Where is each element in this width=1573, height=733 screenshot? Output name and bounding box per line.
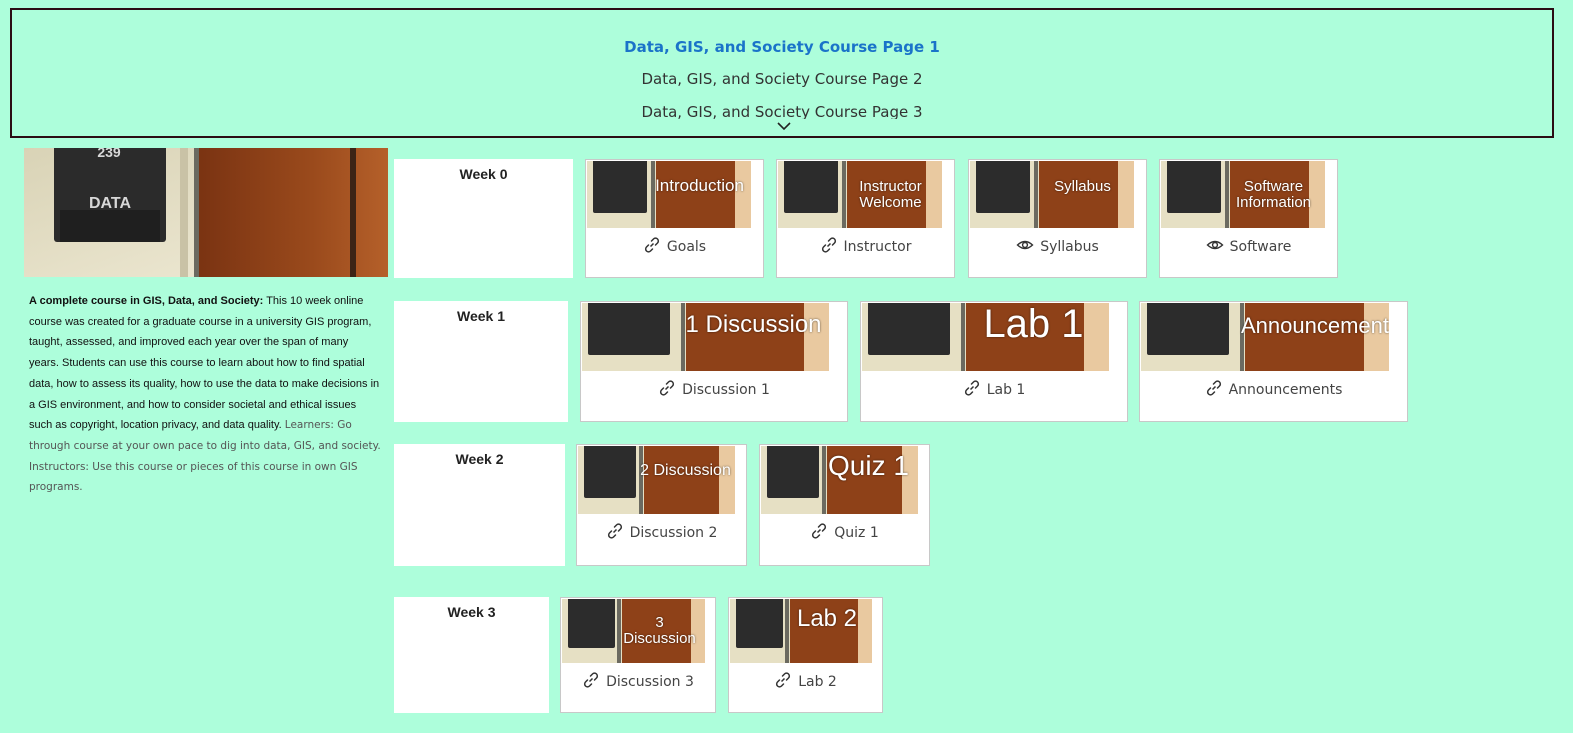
hero-room-number: 239 — [97, 148, 121, 160]
link-icon — [963, 380, 987, 398]
card-thumbnail-title: 2 Discussion — [640, 462, 731, 479]
card-caption-label: Software — [1229, 239, 1292, 255]
card-caption[interactable]: Instructor — [777, 236, 954, 255]
week-label-1: Week 1 — [394, 301, 568, 422]
card-software[interactable]: Software Information Software — [1159, 159, 1338, 278]
card-caption[interactable]: Lab 1 — [861, 379, 1127, 398]
card-caption-label: Announcements — [1228, 382, 1343, 398]
card-thumbnail[interactable]: 1 Discussion — [582, 303, 829, 371]
card-quiz-1[interactable]: Quiz 1 Quiz 1 — [759, 444, 930, 566]
course-description: A complete course in GIS, Data, and Soci… — [29, 291, 381, 498]
link-icon — [658, 380, 682, 398]
card-thumbnail[interactable]: 3 Discussion — [562, 599, 705, 663]
eye-icon — [1206, 239, 1230, 255]
card-instructor[interactable]: Instructor Welcome Instructor — [776, 159, 955, 278]
card-thumbnail-title: Quiz 1 — [828, 450, 909, 481]
card-caption-label: Instructor — [843, 239, 912, 255]
hero-sign-text: DATA — [89, 195, 132, 212]
card-caption[interactable]: Software — [1160, 236, 1337, 255]
card-caption-label: Lab 2 — [798, 674, 837, 690]
card-thumbnail-title: Lab 1 — [983, 303, 1084, 346]
card-caption-label: Discussion 1 — [682, 382, 770, 398]
hero-image: 239 DATA — [24, 148, 388, 277]
card-lab-2[interactable]: Lab 2 Lab 2 — [728, 597, 883, 713]
card-thumbnail-title: 3 Discussion — [623, 614, 696, 647]
card-discussion-1[interactable]: 1 Discussion Discussion 1 — [580, 301, 848, 422]
card-caption[interactable]: Lab 2 — [729, 671, 882, 690]
card-thumbnail[interactable]: Software Information — [1161, 161, 1325, 228]
week-label-3: Week 3 — [394, 597, 549, 713]
card-thumbnail-title: Lab 2 — [796, 605, 858, 632]
chevron-down-icon[interactable] — [776, 120, 792, 132]
card-caption[interactable]: Quiz 1 — [760, 522, 929, 541]
page-navigation: Data, GIS, and Society Course Page 1 Dat… — [10, 8, 1554, 138]
link-icon — [820, 237, 844, 255]
card-caption-label: Discussion 3 — [606, 674, 694, 690]
card-caption[interactable]: Goals — [586, 236, 763, 255]
link-icon — [774, 672, 798, 690]
description-body: This 10 week online course was created f… — [29, 295, 380, 432]
card-thumbnail-title: 1 Discussion — [685, 311, 822, 338]
card-thumbnail[interactable]: 2 Discussion — [578, 446, 735, 514]
link-icon — [643, 237, 667, 255]
card-thumbnail-title: Software Information — [1235, 178, 1312, 211]
card-caption[interactable]: Discussion 1 — [581, 379, 847, 398]
nav-link-page-1[interactable]: Data, GIS, and Society Course Page 1 — [12, 38, 1552, 56]
card-caption-label: Lab 1 — [986, 382, 1026, 398]
card-discussion-2[interactable]: 2 Discussion Discussion 2 — [576, 444, 747, 566]
link-icon — [810, 523, 834, 541]
card-caption-label: Syllabus — [1040, 239, 1099, 255]
card-thumbnail[interactable]: Lab 2 — [730, 599, 872, 663]
card-caption[interactable]: Announcements — [1140, 379, 1407, 398]
card-thumbnail-title: Announcements — [1241, 313, 1389, 338]
card-caption-label: Goals — [666, 239, 707, 255]
card-thumbnail[interactable]: Quiz 1 — [761, 446, 918, 514]
link-icon — [582, 672, 606, 690]
card-lab-1[interactable]: Lab 1 Lab 1 — [860, 301, 1128, 422]
card-thumbnail-title: Introduction — [655, 176, 744, 195]
nav-link-page-3[interactable]: Data, GIS, and Society Course Page 3 — [12, 103, 1552, 119]
card-thumbnail[interactable]: Syllabus — [970, 161, 1134, 228]
card-thumbnail[interactable]: Lab 1 — [862, 303, 1109, 371]
nav-link-page-2[interactable]: Data, GIS, and Society Course Page 2 — [12, 70, 1552, 88]
week-label-2: Week 2 — [394, 444, 565, 566]
card-syllabus[interactable]: Syllabus Syllabus — [968, 159, 1147, 278]
card-goals[interactable]: Introduction Goals — [585, 159, 764, 278]
card-caption-label: Quiz 1 — [834, 525, 879, 541]
card-thumbnail-title: Instructor Welcome — [859, 178, 922, 211]
card-caption[interactable]: Syllabus — [969, 236, 1146, 255]
card-thumbnail[interactable]: Instructor Welcome — [778, 161, 942, 228]
description-title: A complete course in GIS, Data, and Soci… — [29, 295, 264, 307]
eye-icon — [1016, 239, 1040, 255]
card-thumbnail-title: Syllabus — [1054, 178, 1111, 195]
card-caption[interactable]: Discussion 3 — [561, 671, 715, 690]
card-thumbnail[interactable]: Introduction — [587, 161, 751, 228]
card-announcements[interactable]: Announcements Announcements — [1139, 301, 1408, 422]
link-icon — [606, 523, 630, 541]
link-icon — [1205, 380, 1229, 398]
card-discussion-3[interactable]: 3 Discussion Discussion 3 — [560, 597, 716, 713]
card-thumbnail[interactable]: Announcements — [1141, 303, 1389, 371]
week-label-0: Week 0 — [394, 159, 573, 278]
card-caption[interactable]: Discussion 2 — [577, 522, 746, 541]
card-caption-label: Discussion 2 — [629, 525, 718, 541]
